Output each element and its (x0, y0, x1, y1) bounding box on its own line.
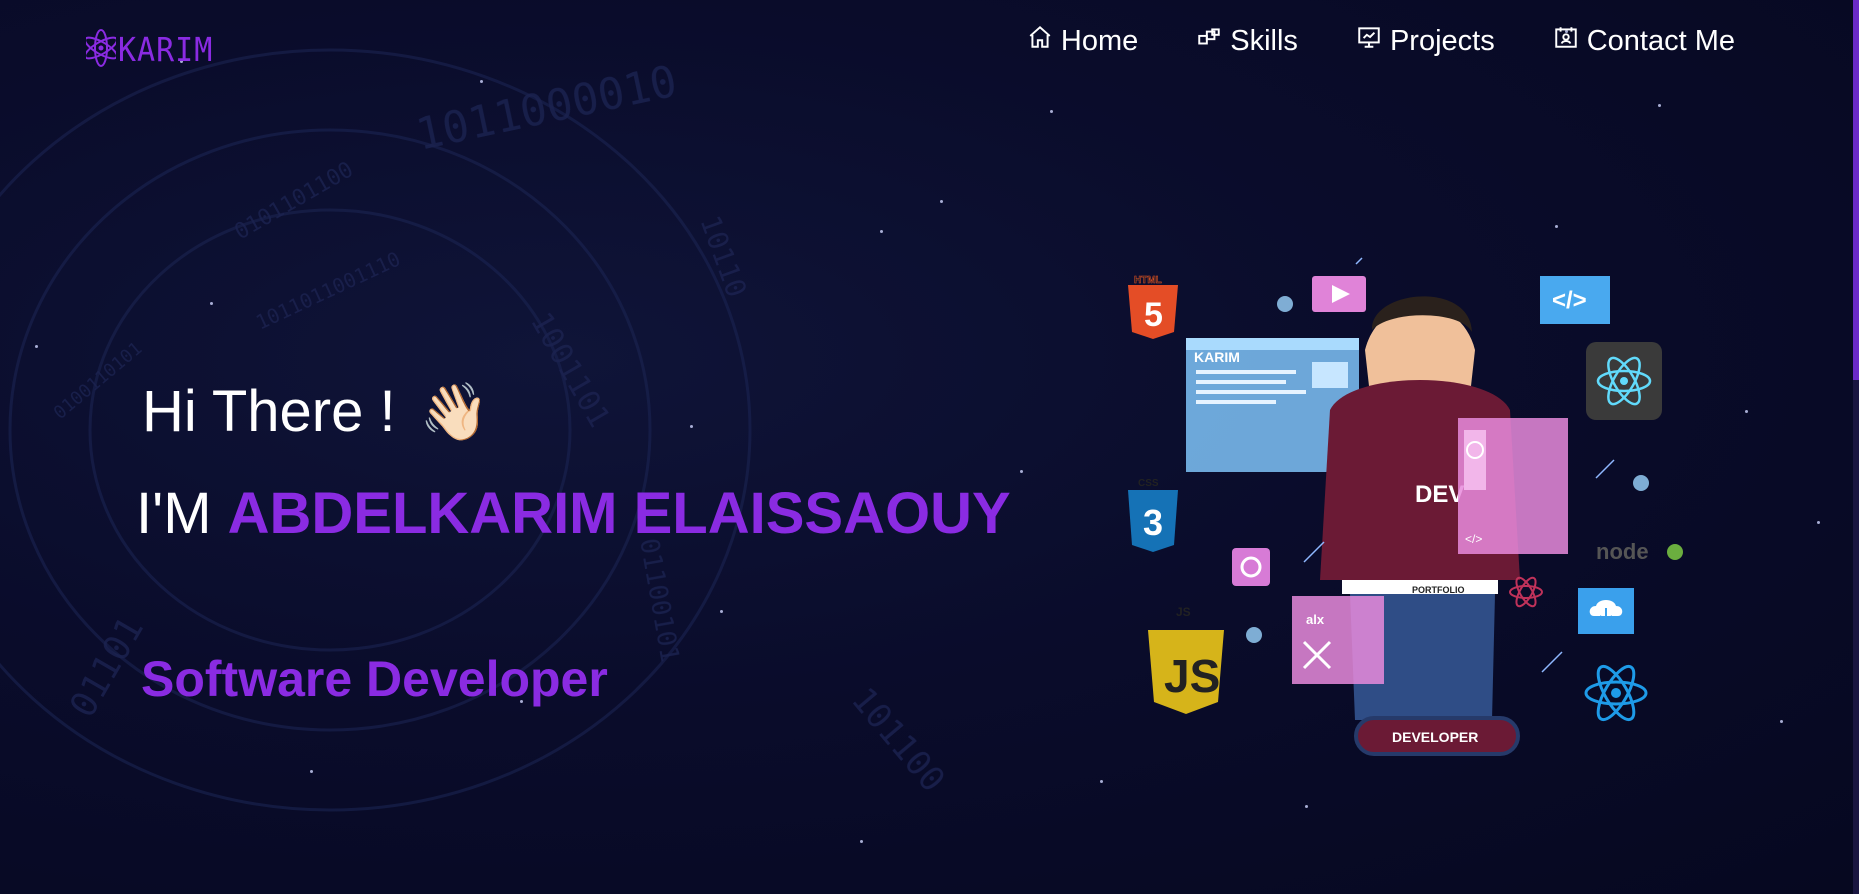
pink-code-panel: </> (1458, 418, 1568, 554)
svg-text:5: 5 (1144, 296, 1163, 334)
svg-text:10110: 10110 (693, 211, 753, 301)
code-icon: </> (1540, 276, 1610, 324)
dot (1277, 296, 1293, 312)
waving-hand-icon: 👋🏻 (419, 379, 490, 443)
main-nav: Home Skills Projects Contact Me (1027, 24, 1735, 58)
svg-text:01100101: 01100101 (633, 536, 684, 665)
javascript-icon: JS JS (1148, 605, 1224, 714)
nav-home-label: Home (1060, 24, 1139, 57)
react-small-icon (1509, 576, 1543, 608)
greeting: Hi There ! 👋🏻 (142, 378, 489, 445)
dot (1246, 627, 1262, 643)
shirt-text: DEV (1415, 481, 1464, 508)
alx-label: alx (1306, 612, 1325, 627)
svg-text:JS: JS (1164, 650, 1220, 702)
nav-projects[interactable]: Projects (1356, 24, 1495, 58)
js-label: JS (1176, 605, 1191, 619)
svg-text:0100110101: 0100110101 (50, 338, 147, 424)
svg-text:1011011001110: 1011011001110 (252, 247, 404, 335)
nav-contact-label: Contact Me (1586, 24, 1735, 57)
skills-icon (1196, 24, 1222, 58)
developer-illustration: HTML 5 CSS 3 JS JS KARIM PORTFOLIO DEV <… (1120, 250, 1720, 770)
greeting-text: Hi There ! (142, 379, 396, 444)
svg-text:3: 3 (1143, 502, 1163, 543)
projects-icon (1356, 24, 1382, 58)
nav-projects-label: Projects (1389, 24, 1495, 57)
scrollbar-thumb[interactable] (1853, 0, 1859, 380)
nav-skills-label: Skills (1230, 24, 1298, 57)
window-title: KARIM (1194, 349, 1240, 365)
nodejs-icon: node (1596, 539, 1683, 564)
css-label: CSS (1138, 478, 1159, 489)
svg-text:101100: 101100 (843, 680, 953, 800)
html5-icon: HTML 5 (1128, 275, 1178, 339)
cloud-download-icon (1578, 588, 1634, 634)
svg-text:</>: </> (1552, 287, 1587, 314)
react-tile-icon (1586, 342, 1662, 420)
logo-text: KARIM (118, 31, 214, 70)
badge-text: DEVELOPER (1392, 729, 1478, 745)
intro-prefix: I'M (136, 481, 212, 546)
node-label: node (1596, 539, 1649, 564)
intro-line: I'M ABDELKARIM ELAISSAOUY (136, 480, 1011, 547)
navbar: KARIM Home Skills Projects Contact Me (0, 0, 1859, 90)
home-icon (1027, 24, 1053, 58)
full-name: ABDELKARIM ELAISSAOUY (227, 481, 1011, 546)
html-label: HTML (1134, 275, 1162, 286)
nav-contact[interactable]: Contact Me (1553, 24, 1735, 58)
svg-text:0101101100: 0101101100 (231, 157, 358, 245)
role-title: Software Developer (141, 651, 608, 707)
alx-window: alx (1292, 596, 1384, 684)
css3-icon: CSS 3 (1128, 478, 1178, 552)
logo[interactable]: KARIM (84, 26, 214, 75)
nav-skills[interactable]: Skills (1196, 24, 1298, 58)
svg-text:1001101: 1001101 (523, 307, 617, 434)
scrollbar[interactable] (1853, 0, 1859, 894)
svg-text:01101: 01101 (62, 610, 152, 724)
gear-icon (1232, 548, 1270, 586)
contact-icon (1553, 24, 1579, 58)
dot (1633, 475, 1649, 491)
code-tag: </> (1465, 532, 1482, 546)
belt-text: PORTFOLIO (1412, 585, 1465, 595)
play-icon (1312, 276, 1366, 312)
developer-badge: DEVELOPER (1354, 716, 1520, 756)
nav-home[interactable]: Home (1027, 24, 1138, 58)
atom-icon (84, 26, 118, 75)
